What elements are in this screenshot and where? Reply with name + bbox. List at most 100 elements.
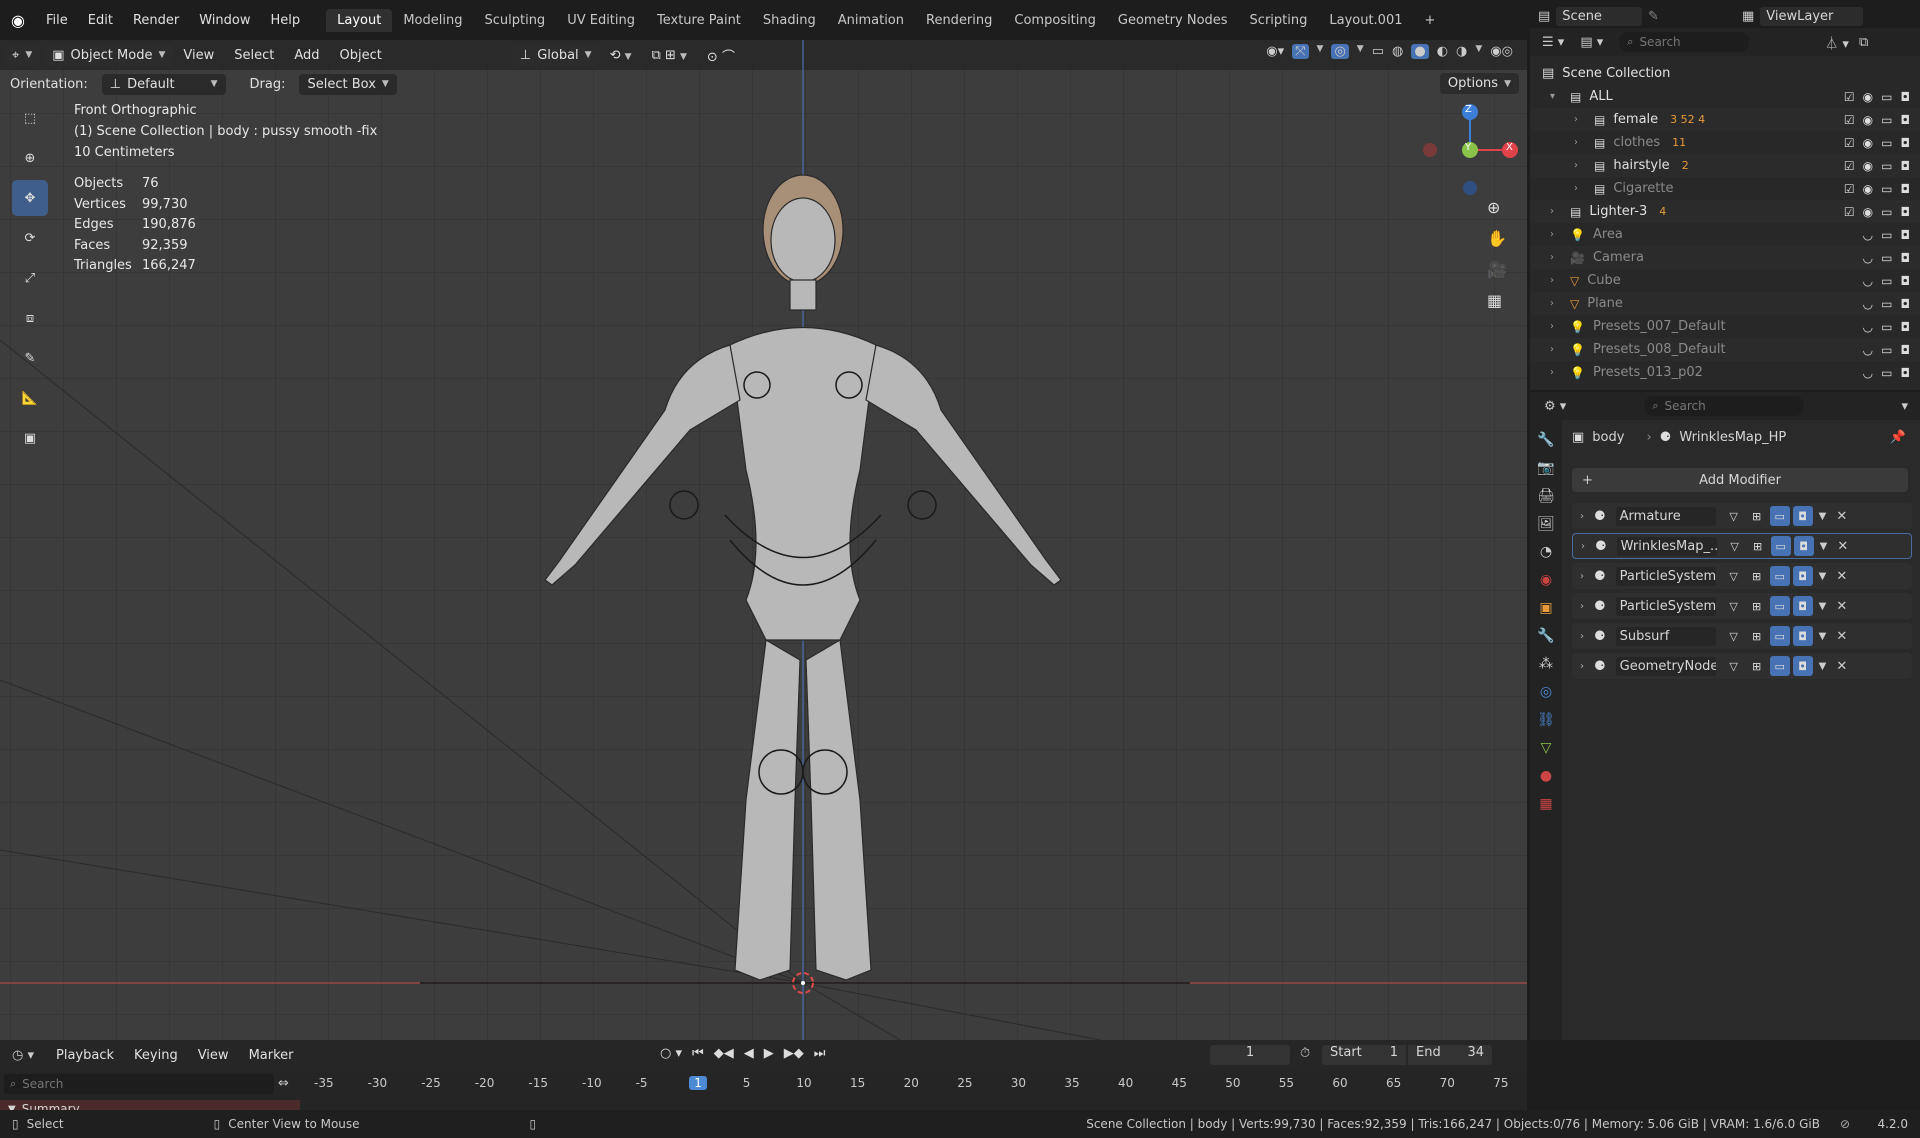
tool-tab-icon[interactable]: 🔧 bbox=[1537, 432, 1554, 448]
eye-icon[interactable]: ◉ bbox=[1863, 205, 1873, 219]
tab-compositing[interactable]: Compositing bbox=[1003, 9, 1107, 32]
tab-geometry-nodes[interactable]: Geometry Nodes bbox=[1107, 9, 1239, 32]
navigation-gizmo[interactable]: Z X Y bbox=[1420, 100, 1520, 200]
blender-logo-icon[interactable]: ◉ bbox=[0, 11, 36, 30]
monitor-icon[interactable]: ▭ bbox=[1881, 136, 1892, 150]
camera-render-icon[interactable]: ◘ bbox=[1901, 205, 1911, 219]
jump-end-icon[interactable]: ⏭ bbox=[814, 1046, 826, 1061]
texture-tab-icon[interactable]: ▦ bbox=[1539, 796, 1552, 812]
camera-render-icon[interactable]: ◘ bbox=[1901, 159, 1911, 173]
eye-icon[interactable]: ◡ bbox=[1863, 343, 1873, 357]
exclude-checkbox-icon[interactable]: ☑ bbox=[1844, 182, 1855, 196]
monitor-icon[interactable]: ▭ bbox=[1881, 182, 1892, 196]
dropdown-icon[interactable]: ▼ bbox=[1819, 571, 1827, 582]
dropdown-icon[interactable]: ▼ bbox=[1819, 631, 1827, 642]
outliner-item-cube[interactable]: › ▽ Cube ◡ ▭ ◘ bbox=[1530, 269, 1920, 292]
exclude-checkbox-icon[interactable]: ☑ bbox=[1844, 205, 1855, 219]
timeline-menu-keying[interactable]: Keying bbox=[124, 1045, 188, 1066]
expand-chevron-icon[interactable]: › bbox=[1580, 631, 1584, 642]
tab-rendering[interactable]: Rendering bbox=[915, 9, 1003, 32]
eye-icon[interactable]: ◉ bbox=[1863, 159, 1873, 173]
move-tool-icon[interactable]: ✥ bbox=[12, 180, 48, 216]
swap-icon[interactable]: ⇔ bbox=[278, 1076, 289, 1091]
cage-icon[interactable]: ⊞ bbox=[1747, 596, 1767, 616]
modifier-panel[interactable]: › ⚈ ParticleSystem 1 ▽⊞▭◘ ▼ ✕ bbox=[1572, 563, 1912, 589]
play-reverse-icon[interactable]: ◀ bbox=[744, 1046, 754, 1061]
modifier-panel[interactable]: › ⚈ Armature ▽ ⊞ ▭ ◘ ▼ ✕ bbox=[1572, 503, 1912, 529]
menu-window[interactable]: Window bbox=[189, 13, 260, 28]
measure-tool-icon[interactable]: 📐 bbox=[12, 380, 48, 416]
tab-layout-001[interactable]: Layout.001 bbox=[1318, 9, 1413, 32]
monitor-icon[interactable]: ▭ bbox=[1881, 228, 1892, 242]
expand-chevron-icon[interactable]: › bbox=[1574, 183, 1586, 194]
remove-modifier-icon[interactable]: ✕ bbox=[1837, 539, 1848, 554]
add-modifier-button[interactable]: + Add Modifier bbox=[1572, 468, 1908, 492]
view-layer-tab-icon[interactable]: 🖼 bbox=[1537, 516, 1555, 532]
timeline-editor-icon[interactable]: ◷ ▾ bbox=[12, 1048, 34, 1063]
physics-tab-icon[interactable]: ◎ bbox=[1540, 684, 1552, 700]
display-mode-icon[interactable]: ▤ ▾ bbox=[1580, 35, 1603, 50]
dropdown-icon[interactable]: ▼ bbox=[1819, 511, 1827, 522]
remove-modifier-icon[interactable]: ✕ bbox=[1836, 629, 1847, 644]
dropdown-icon[interactable]: ▼ bbox=[1820, 541, 1828, 552]
timeline-search[interactable]: ⌕ bbox=[4, 1074, 274, 1094]
output-tab-icon[interactable]: 🖨 bbox=[1537, 488, 1555, 504]
modifier-name[interactable]: WrinklesMap_... bbox=[1616, 536, 1717, 556]
monitor-icon[interactable]: ▭ bbox=[1881, 90, 1892, 104]
transform-tool-icon[interactable]: ⧈ bbox=[12, 300, 48, 336]
viewport-display-icon[interactable]: ▭ bbox=[1769, 656, 1790, 676]
menu-help[interactable]: Help bbox=[261, 13, 311, 28]
monitor-icon[interactable]: ▭ bbox=[1881, 343, 1892, 357]
current-frame-marker[interactable]: 1 bbox=[689, 1076, 707, 1090]
camera-render-icon[interactable]: ◘ bbox=[1901, 251, 1911, 265]
tab-scripting[interactable]: Scripting bbox=[1239, 9, 1319, 32]
monitor-icon[interactable]: ▭ bbox=[1881, 274, 1892, 288]
outliner-root[interactable]: ▤ Scene Collection bbox=[1530, 62, 1920, 85]
zoom-icon[interactable]: ⊕ bbox=[1487, 198, 1507, 217]
camera-render-icon[interactable]: ◘ bbox=[1901, 182, 1911, 196]
edit-mode-icon[interactable]: ▽ bbox=[1724, 596, 1744, 616]
view-layer-selector[interactable]: ▦ ViewLayer bbox=[1742, 7, 1864, 26]
expand-chevron-icon[interactable]: › bbox=[1550, 229, 1562, 240]
viewport-display-icon[interactable]: ▭ bbox=[1769, 566, 1790, 586]
add-cube-tool-icon[interactable]: ▣ bbox=[12, 420, 48, 456]
select-box-tool-icon[interactable]: ⬚ bbox=[12, 100, 48, 136]
modifier-panel[interactable]: › ⚈ Subsurf ▽ ⊞ ▭ ◘ ▼ ✕ bbox=[1572, 623, 1912, 649]
exclude-checkbox-icon[interactable]: ☑ bbox=[1844, 136, 1855, 150]
monitor-icon[interactable]: ▭ bbox=[1881, 320, 1892, 334]
stopwatch-icon[interactable]: ⏱ bbox=[1300, 1046, 1310, 1061]
render-icon[interactable]: ◘ bbox=[1793, 536, 1814, 556]
cage-icon[interactable]: ⊞ bbox=[1747, 656, 1767, 676]
world-tab-icon[interactable]: ◉ bbox=[1540, 572, 1552, 588]
rotate-tool-icon[interactable]: ⟳ bbox=[12, 220, 48, 256]
modifier-panel[interactable]: › ⚈ WrinklesMap_... ▽ ⊞ ▭ ◘ ▼ ✕ bbox=[1572, 533, 1912, 559]
monitor-icon[interactable]: ▭ bbox=[1881, 205, 1892, 219]
properties-search[interactable]: ⌕ bbox=[1644, 396, 1805, 416]
eye-icon[interactable]: ◉ bbox=[1863, 90, 1873, 104]
modifier-name[interactable]: Armature bbox=[1615, 506, 1716, 526]
eye-icon[interactable]: ◡ bbox=[1863, 251, 1873, 265]
properties-editor[interactable]: ⚙ ▾ ⌕ ▾ ▣ body › ⚈ WrinklesMap_HP 📌 + Ad… bbox=[1530, 392, 1920, 1040]
eye-icon[interactable]: ◡ bbox=[1863, 366, 1873, 380]
end-frame-field[interactable]: End 34 bbox=[1408, 1045, 1492, 1065]
menu-render[interactable]: Render bbox=[123, 13, 189, 28]
auto-key-icon[interactable]: ○ ▾ bbox=[660, 1046, 682, 1061]
viewport-display-icon[interactable]: ▭ bbox=[1769, 626, 1790, 646]
tab-modeling[interactable]: Modeling bbox=[392, 9, 473, 32]
outliner-item-cigarette[interactable]: › ▤ Cigarette ☑ ◉ ▭ ◘ bbox=[1530, 177, 1920, 200]
eye-icon[interactable]: ◡ bbox=[1863, 228, 1873, 242]
jump-start-icon[interactable]: ⏮ bbox=[692, 1046, 704, 1061]
tab-animation[interactable]: Animation bbox=[827, 9, 915, 32]
render-tab-icon[interactable]: 📷 bbox=[1537, 460, 1554, 476]
outliner-item-female[interactable]: › ▤ female 3 52 4 ☑ ◉ ▭ ◘ bbox=[1530, 108, 1920, 131]
expand-chevron-icon[interactable]: › bbox=[1580, 661, 1584, 672]
edit-mode-icon[interactable]: ▽ bbox=[1724, 506, 1744, 526]
monitor-icon[interactable]: ▭ bbox=[1881, 366, 1892, 380]
cage-icon[interactable]: ⊞ bbox=[1747, 506, 1767, 526]
cage-icon[interactable]: ⊞ bbox=[1747, 566, 1767, 586]
gizmo-neg-x-axis[interactable] bbox=[1423, 143, 1437, 157]
modifier-name[interactable]: ParticleSystem 1 bbox=[1615, 566, 1716, 586]
prev-keyframe-icon[interactable]: ◆◀ bbox=[714, 1046, 734, 1061]
eye-icon[interactable]: ◡ bbox=[1863, 320, 1873, 334]
pan-hand-icon[interactable]: ✋ bbox=[1487, 229, 1507, 248]
